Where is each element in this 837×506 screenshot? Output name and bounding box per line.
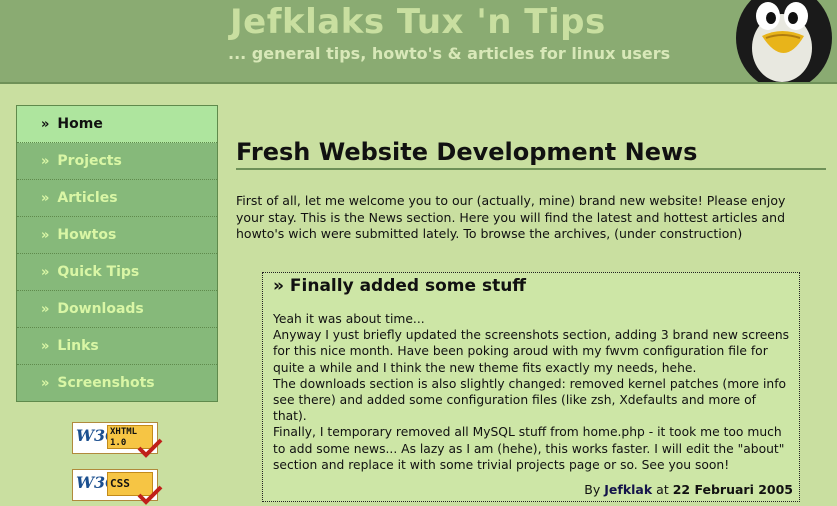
w3c-css-badge[interactable]: W3C CSS [72,469,163,505]
news-line: The downloads section is also slightly c… [273,376,787,424]
author-link[interactable]: Jefklak [604,482,652,497]
site-tagline: ... general tips, howto's & articles for… [228,44,671,63]
nav-item-articles[interactable]: » Articles [17,180,217,217]
badge-label-line1: XHTML [110,427,138,437]
nav-item-label: Links [57,338,99,354]
nav-bullet: » [41,301,50,317]
nav-item-label: Downloads [57,301,144,317]
nav-item-howtos[interactable]: » Howtos [17,217,217,254]
news-line: Finally, I temporary removed all MySQL s… [273,425,785,472]
nav-item-label: Screenshots [57,375,155,391]
news-date: 22 Februari 2005 [672,482,793,497]
site-title[interactable]: Jefklaks Tux 'n Tips [230,2,606,42]
site-header: Jefklaks Tux 'n Tips ... general tips, h… [0,0,837,84]
nav-item-quick-tips[interactable]: » Quick Tips [17,254,217,291]
tux-penguin-icon [736,0,832,82]
checkmark-icon [137,438,163,458]
news-title: » Finally added some stuff [273,276,527,296]
nav-item-label: Articles [57,190,118,206]
page-title: Fresh Website Development News [236,138,826,170]
nav-item-home[interactable]: » Home [17,106,217,143]
news-line: Yeah it was about time... [273,312,425,326]
nav-bullet: » [41,264,50,280]
nav-bullet: » [41,153,50,169]
w3c-xhtml-badge[interactable]: W3C XHTML 1.0 [72,422,163,458]
nav-item-screenshots[interactable]: » Screenshots [17,365,217,401]
news-article: » Finally added some stuff Yeah it was a… [262,272,800,502]
nav-bullet: » [41,116,50,132]
nav-item-projects[interactable]: » Projects [17,143,217,180]
news-body: Yeah it was about time... Anyway I yust … [273,311,793,473]
nav-item-label: Home [57,116,103,132]
nav-item-downloads[interactable]: » Downloads [17,291,217,328]
nav-bullet: » [41,190,50,206]
nav-item-label: Projects [57,153,122,169]
checkmark-icon [137,485,163,505]
nav-item-label: Quick Tips [57,264,140,280]
nav-bullet: » [41,375,50,391]
intro-text: First of all, let me welcome you to our … [236,193,786,241]
news-byline: By Jefklak at 22 Februari 2005 [584,482,793,497]
nav-item-links[interactable]: » Links [17,328,217,365]
nav-item-label: Howtos [57,227,117,243]
byline-by: By [584,482,601,497]
byline-at: at [656,482,669,497]
nav-bullet: » [41,338,50,354]
news-line: Anyway I yust briefly updated the screen… [273,328,790,375]
nav-bullet: » [41,227,50,243]
sidebar-nav: » Home » Projects » Articles » Howtos » … [16,105,218,402]
